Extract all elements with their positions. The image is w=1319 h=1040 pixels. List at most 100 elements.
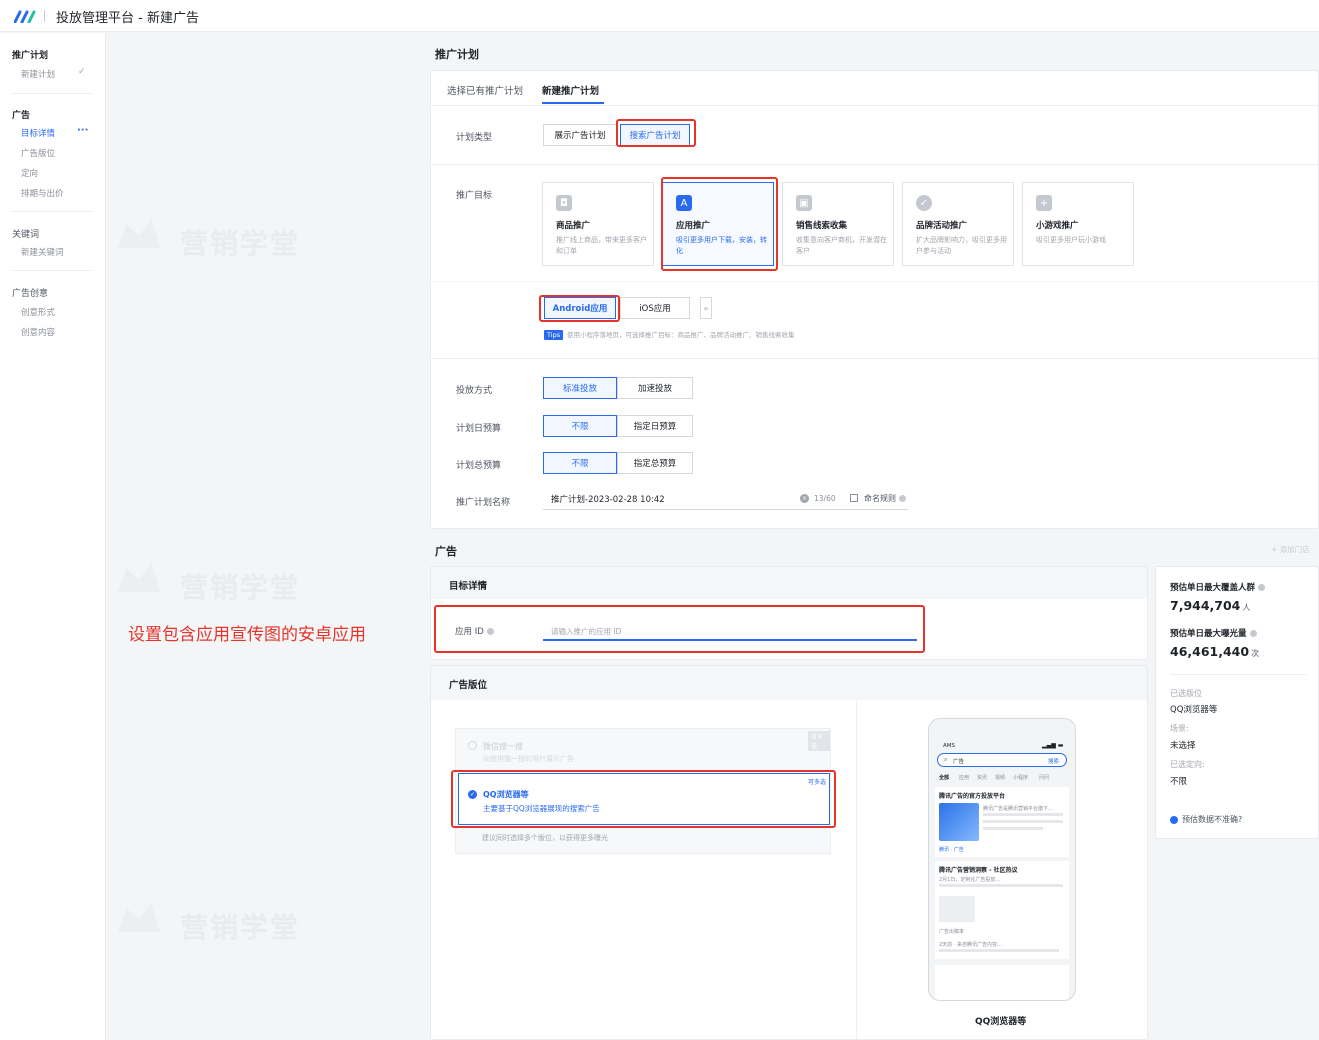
question-icon (899, 495, 906, 502)
goal-card-leads[interactable]: ▣ 销售线索收集 收集意向客户商机，开发潜在客户 (782, 182, 894, 266)
more-icon[interactable]: ··· (77, 125, 88, 136)
estimate-panel: 预估单日最大覆盖人群 7,944,704 人 预估单日最大曝光量 46,461,4… (1155, 566, 1319, 839)
goal-card-product[interactable]: ◘ 商品推广 推广线上商品，带来更多客户和订单 (542, 182, 654, 266)
preview-search-text: 广告 (953, 759, 965, 765)
watermark-logo-icon (118, 902, 160, 932)
goal-card-brand[interactable]: ✓ 品牌活动推广 扩大品牌影响力，吸引更多用户参与活动 (902, 182, 1014, 266)
preview-result-desc: 腾讯广告是腾讯营销平台旗下… (983, 806, 1054, 812)
preview-tabs: 全部 应用 资讯 视频 小程序 问问 (939, 774, 1069, 782)
preview-tab: 小程序 (1013, 775, 1029, 781)
highlight-box (661, 177, 778, 271)
clear-icon[interactable]: × (800, 494, 809, 503)
goal-card-minigame[interactable]: + 小游戏推广 吸引更多用户玩小游戏 (1022, 182, 1134, 266)
goal-desc: 推广线上商品，带来更多客户和订单 (556, 236, 647, 255)
sidebar-item-placement[interactable]: 广告版位 (21, 147, 55, 159)
sidebar-item-creative-form[interactable]: 创意形式 (21, 306, 55, 318)
highlight-box (451, 770, 836, 828)
tab-new-plan[interactable]: 新建推广计划 (542, 83, 599, 97)
sidebar: 推广计划 新建计划 ✓ 广告 目标详情 ··· 广告版位 定向 排期与出价 关键… (0, 33, 106, 1040)
sidebar-item-target-detail[interactable]: 目标详情 (21, 127, 55, 139)
placement-value: QQ浏览器等 (1170, 705, 1218, 715)
sidebar-item-targeting[interactable]: 定向 (21, 167, 38, 179)
tab-existing-plan[interactable]: 选择已有推广计划 (447, 83, 523, 97)
target-detail-title: 目标详情 (449, 581, 488, 592)
preview-tab: 资讯 (977, 775, 988, 781)
watermark-logo-icon (118, 562, 160, 592)
preview-result-desc: 2天前 · 来自腾讯广告内容… (939, 942, 1002, 948)
preview-tab: 问问 (1039, 775, 1050, 781)
sidebar-item-schedule-bid[interactable]: 排期与出价 (21, 187, 64, 199)
collapse-icon[interactable]: « (700, 297, 712, 319)
target-detail-header (431, 567, 1147, 599)
signal-icon: ▂▄▆ ▬ (1042, 742, 1064, 749)
exposure-label: 预估单日最大曝光量 (1170, 627, 1257, 639)
preview-thumbnail (939, 896, 975, 922)
text-line (939, 949, 1059, 952)
char-count: 13/60 (814, 494, 836, 503)
divider (1170, 674, 1306, 675)
sidebar-header-ad: 广告 (12, 111, 31, 121)
highlight-box (539, 295, 620, 322)
reach-number: 7,944,704 (1170, 598, 1241, 613)
sidebar-item-new-plan[interactable]: 新建计划 (21, 68, 55, 80)
total-specified-button[interactable]: 指定总预算 (617, 452, 693, 474)
reach-unit: 人 (1242, 603, 1251, 612)
daily-unlimited-button[interactable]: 不限 (543, 415, 617, 437)
sidebar-item-new-keyword[interactable]: 新建关键词 (21, 246, 64, 258)
total-unlimited-button[interactable]: 不限 (543, 452, 617, 474)
goal-title: 品牌活动推广 (916, 221, 968, 231)
standard-delivery-button[interactable]: 标准投放 (543, 377, 617, 399)
divider (431, 164, 1318, 165)
radio-icon[interactable] (468, 741, 477, 750)
reach-label: 预估单日最大覆盖人群 (1170, 581, 1266, 593)
daily-specified-button[interactable]: 指定日预算 (617, 415, 693, 437)
exposure-number: 46,461,440 (1170, 644, 1250, 659)
rule-doc-icon (850, 494, 858, 502)
sidebar-header-plan: 推广计划 (12, 51, 49, 61)
delivery-label: 投放方式 (456, 386, 493, 396)
preview-result-title: 腾讯广告的官方投放平台 (939, 793, 1006, 800)
multi-select-tag: 可多选 (808, 731, 830, 751)
bag-icon: ◘ (556, 195, 572, 211)
exposure-label-text: 预估单日最大曝光量 (1170, 629, 1247, 639)
targeting-key: 已选定向: (1170, 760, 1205, 769)
gamepad-icon: + (1036, 195, 1052, 211)
preview-result-card (935, 965, 1069, 1000)
reach-value: 7,944,704 人 (1170, 598, 1250, 613)
check-icon: ✓ (78, 67, 86, 77)
accelerated-delivery-button[interactable]: 加速投放 (617, 377, 693, 399)
preview-caption: QQ浏览器等 (975, 1017, 1027, 1027)
goal-title: 销售线索收集 (796, 221, 848, 231)
tab-divider (431, 105, 1318, 106)
preview-tab: 全部 (939, 775, 950, 781)
goal-desc: 扩大品牌影响力，吸引更多用户参与活动 (916, 236, 1007, 255)
add-store-button[interactable]: + 添加门店 (1271, 544, 1310, 555)
preview-tab: 应用 (959, 775, 970, 781)
inaccurate-link[interactable]: 预估数据不准确? (1182, 814, 1242, 825)
display-plan-button[interactable]: 展示广告计划 (543, 124, 617, 146)
placement-name: 微信搜一搜 (483, 742, 523, 751)
sidebar-header-creative: 广告创意 (12, 289, 49, 299)
placement-header (431, 666, 1147, 700)
preview-result-card: 腾讯广告的官方投放平台 腾讯广告是腾讯营销平台旗下… 腾讯 · 广告 (935, 787, 1069, 857)
top-bar: 投放管理平台 - 新建广告 (0, 0, 1319, 32)
picture-icon: ▣ (796, 195, 812, 211)
ios-app-button[interactable]: iOS应用 (620, 297, 690, 319)
heart-check-icon: ✓ (916, 195, 932, 211)
placement-desc: 向使用搜一搜的用户展示广告 (483, 755, 574, 763)
placement-hint: 建议同时选择多个版位，以获得更多曝光 (482, 834, 608, 842)
text-line (983, 813, 1063, 816)
vertical-divider (856, 700, 857, 1039)
preview-result-title: 腾讯广告营销洞察 - 社区热议 (939, 867, 1018, 874)
sidebar-item-creative-content[interactable]: 创意内容 (21, 326, 55, 338)
tencent-ads-logo-icon (14, 10, 36, 23)
daily-budget-label: 计划日预算 (456, 424, 502, 434)
naming-rule-text: 命名规则 (864, 494, 896, 503)
preview-search-button: 搜索 (1048, 759, 1060, 765)
text-line (983, 820, 1063, 823)
plan-section-title: 推广计划 (435, 48, 479, 61)
preview-result-desc: 2月1日，定制化广告投放… (939, 877, 1001, 883)
goal-desc: 收集意向客户商机，开发潜在客户 (796, 236, 887, 255)
naming-rule-link[interactable]: 命名规则 (864, 493, 906, 504)
status-bar-text: AMS (943, 743, 955, 749)
